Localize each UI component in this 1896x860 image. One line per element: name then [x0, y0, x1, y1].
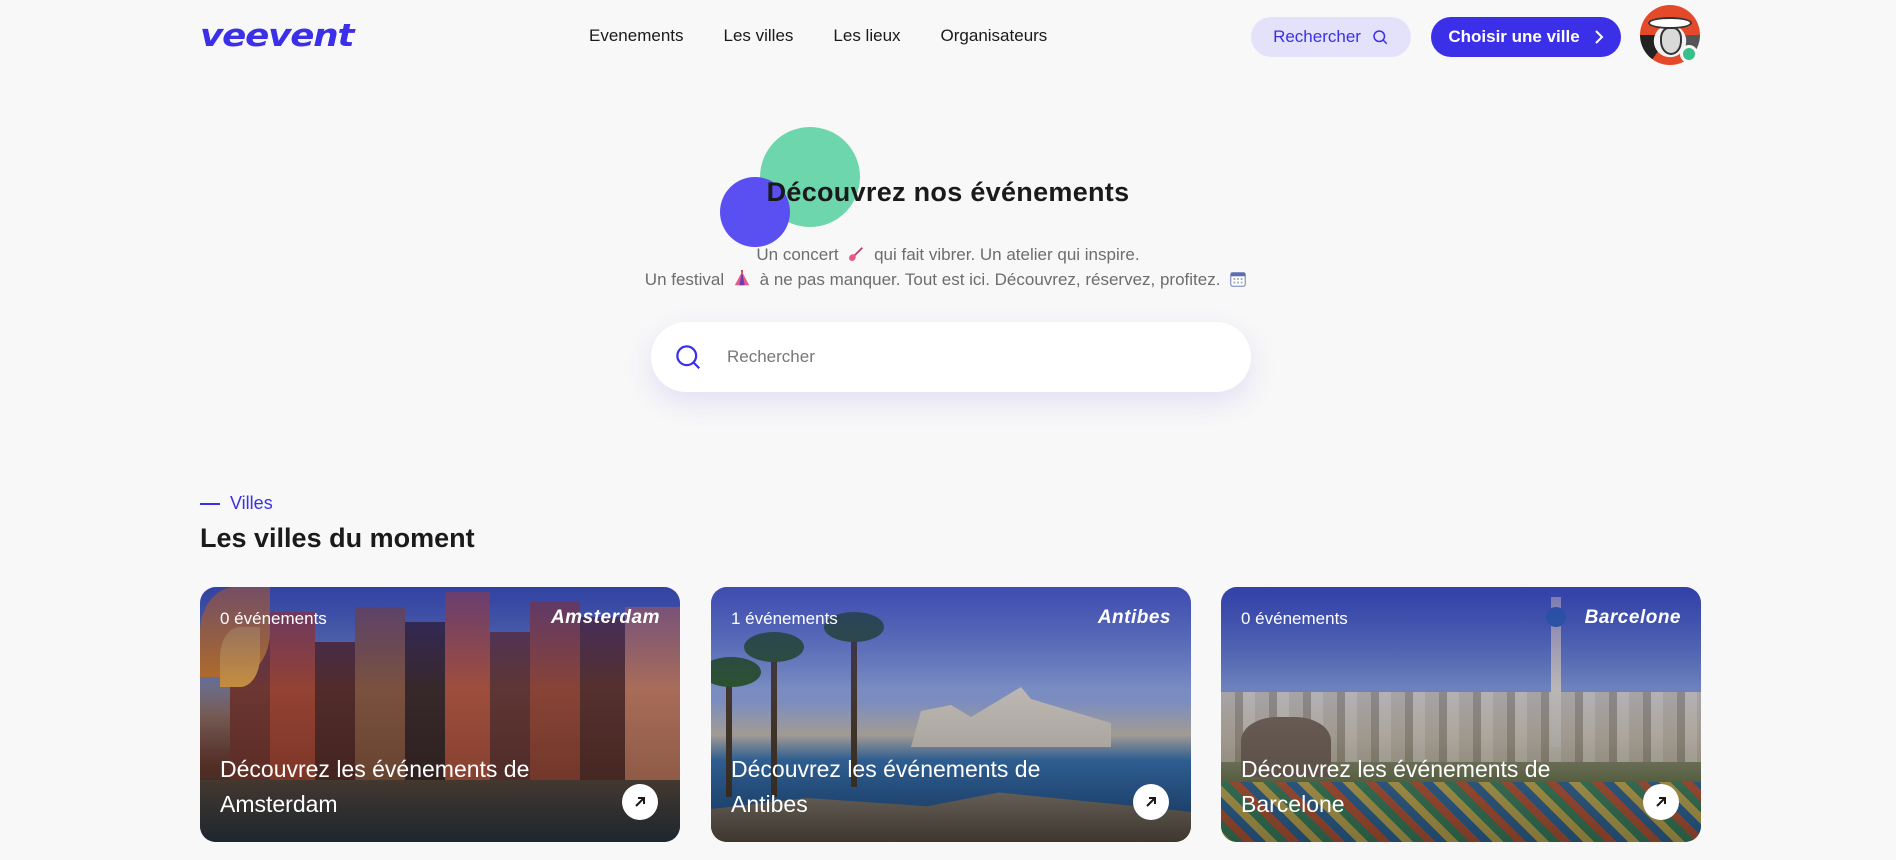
hero-line-2: Un festival à ne pas manquer. Tout est i… — [0, 270, 1896, 290]
circus-tent-icon — [734, 270, 750, 286]
city-card-barcelone[interactable]: 0 événements Barcelone Découvrez les évé… — [1221, 587, 1701, 842]
guitar-icon — [849, 247, 864, 261]
avatar-face — [1660, 27, 1682, 55]
section-eyebrow: Villes — [200, 493, 273, 514]
city-card-amsterdam[interactable]: 0 événements Amsterdam Découvrez les évé… — [200, 587, 680, 842]
arrow-up-right-icon[interactable] — [622, 784, 658, 820]
hero-title: Découvrez nos événements — [766, 177, 1130, 207]
hero-line-1-start: Un concert — [756, 245, 839, 264]
chevron-right-icon — [1594, 30, 1604, 44]
city-name: Barcelone — [1584, 607, 1681, 628]
hero-line-1-end: qui fait vibrer. Un atelier qui inspire. — [874, 245, 1140, 264]
online-status-dot — [1680, 45, 1698, 63]
header-search-button[interactable]: Rechercher — [1251, 17, 1411, 57]
city-card-antibes[interactable]: 1 événements Antibes Découvrez les événe… — [711, 587, 1191, 842]
nav-les-lieux[interactable]: Les lieux — [833, 26, 900, 46]
eyebrow-label: Villes — [230, 493, 273, 513]
choose-city-button[interactable]: Choisir une ville — [1431, 17, 1621, 57]
hero-search-box[interactable] — [651, 322, 1251, 392]
city-caption: Découvrez les événements de Amsterdam — [220, 756, 530, 817]
choose-city-label: Choisir une ville — [1448, 27, 1580, 46]
city-name: Antibes — [1097, 607, 1171, 628]
hero-line-2-start: Un festival — [644, 270, 725, 289]
calendar-icon — [1230, 272, 1246, 287]
veevent-logo[interactable]: veevent — [200, 18, 355, 54]
hero-line-2-end: à ne pas manquer. Tout est ici. Découvre… — [759, 270, 1221, 289]
city-event-count: 1 événements — [731, 609, 838, 628]
city-caption: Découvrez les événements de Antibes — [731, 756, 1041, 817]
search-icon — [1373, 30, 1388, 45]
main-nav: Evenements Les villes Les lieux Organisa… — [589, 26, 1047, 46]
nav-evenements[interactable]: Evenements — [589, 26, 684, 46]
nav-organisateurs[interactable]: Organisateurs — [941, 26, 1048, 46]
section-title: Les villes du moment — [200, 523, 475, 553]
top-header: veevent Evenements Les villes Les lieux … — [0, 0, 1896, 74]
city-event-count: 0 événements — [220, 609, 327, 628]
nav-les-villes[interactable]: Les villes — [724, 26, 794, 46]
city-name: Amsterdam — [550, 607, 660, 628]
eyebrow-line — [200, 502, 220, 505]
header-search-label: Rechercher — [1273, 27, 1361, 46]
search-icon — [676, 345, 701, 370]
arrow-up-right-icon[interactable] — [1133, 784, 1169, 820]
arrow-up-right-icon[interactable] — [1643, 784, 1679, 820]
hero-line-1: Un concert qui fait vibrer. Un atelier q… — [0, 245, 1896, 265]
city-event-count: 0 événements — [1241, 609, 1348, 628]
hero-search-input[interactable] — [727, 347, 1207, 367]
city-caption: Découvrez les événements de Barcelone — [1241, 756, 1551, 817]
